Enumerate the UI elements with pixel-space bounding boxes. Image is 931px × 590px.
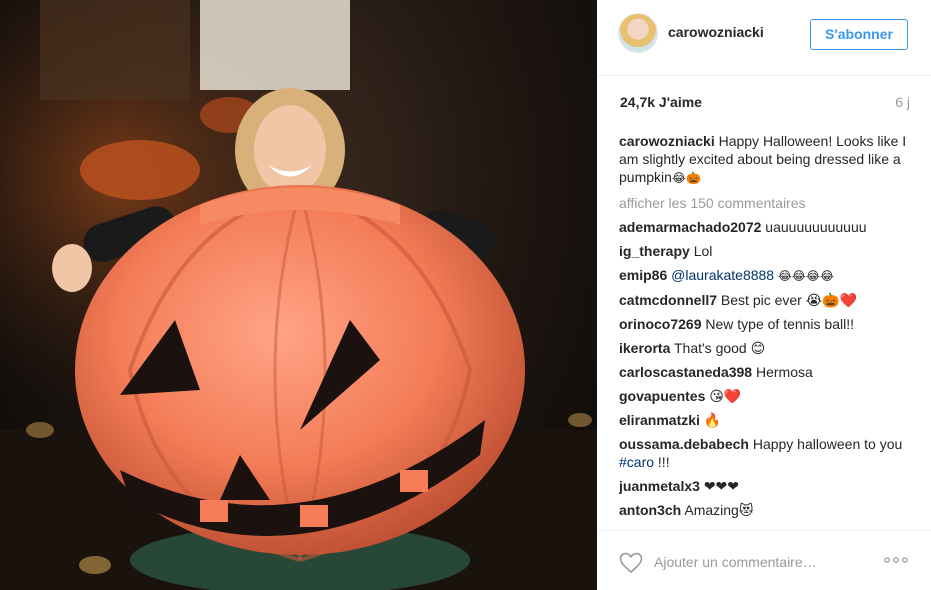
view-all-comments-link[interactable]: afficher les 150 commentaires (619, 194, 909, 212)
post-stats: 24,7k J'aime 6 j (620, 94, 910, 114)
comment-username[interactable]: carloscastaneda398 (619, 364, 752, 380)
comment-text: uauuuuuuuuuuu (761, 219, 867, 235)
comment-text-tail: !!! (654, 454, 670, 470)
comments-list: carowozniacki Happy Halloween! Looks lik… (619, 132, 909, 527)
comment-username[interactable]: govapuentes (619, 388, 705, 404)
comment-text: 😂😂😂😂 (774, 269, 834, 283)
comment-username[interactable]: ig_therapy (619, 243, 690, 259)
avatar[interactable] (618, 13, 658, 53)
comment-text: Amazing😻 (681, 502, 754, 518)
post-photo (0, 0, 597, 590)
comment-item: ig_therapy Lol (619, 242, 909, 260)
heart-outline-icon[interactable] (619, 552, 643, 574)
comment-item: orinoco7269 New type of tennis ball!! (619, 315, 909, 333)
comment-username[interactable]: juanmetalx3 (619, 478, 700, 494)
comment-item: carloscastaneda398 Hermosa (619, 363, 909, 381)
pumpkin-photo-illustration (0, 0, 597, 590)
comment-item: oussama.debabech Happy halloween to you … (619, 435, 909, 471)
post-age[interactable]: 6 j (895, 94, 910, 110)
comment-username[interactable]: eliranmatzki (619, 412, 700, 428)
comment-text: That's good 😊 (670, 340, 766, 356)
comment-username[interactable]: ademarmachado2072 (619, 219, 761, 235)
comment-text: Hermosa (752, 364, 813, 380)
comment-item: anton3ch Amazing😻 (619, 501, 909, 519)
comment-username[interactable]: anton3ch (619, 502, 681, 518)
comment-text: 😘❤️ (705, 388, 742, 404)
add-comment-input[interactable]: Ajouter un commentaire… (654, 554, 817, 570)
comment-item: ikerorta That's good 😊 (619, 339, 909, 357)
likes-count[interactable]: 24,7k J'aime (620, 94, 702, 110)
comment-text: Best pic ever 😭🎃❤️ (717, 292, 857, 308)
post-header: carowozniacki S'abonner (597, 0, 931, 76)
follow-button[interactable]: S'abonner (810, 19, 908, 50)
comment-text: ❤❤❤ (699, 478, 740, 494)
comment-username[interactable]: orinoco7269 (619, 316, 701, 332)
caption-emoji: 😂🎃 (671, 171, 701, 185)
comment-item: ademarmachado2072 uauuuuuuuuuuu (619, 218, 909, 236)
post-footer: Ajouter un commentaire… (597, 530, 931, 590)
comment-text: New type of tennis ball!! (701, 316, 855, 332)
comment-hashtag-link[interactable]: #caro (619, 454, 654, 470)
comment-item: catmcdonnell7 Best pic ever 😭🎃❤️ (619, 291, 909, 309)
comment-username[interactable]: catmcdonnell7 (619, 292, 717, 308)
comment-item: eliranmatzki 🔥 (619, 411, 909, 429)
comment-text: 🔥 (699, 412, 722, 428)
author-username[interactable]: carowozniacki (668, 24, 764, 40)
comment-item: juanmetalx3 ❤❤❤ (619, 477, 909, 495)
comment-item: govapuentes 😘❤️ (619, 387, 909, 405)
comment-username[interactable]: ikerorta (619, 340, 670, 356)
more-options-icon[interactable] (883, 555, 909, 565)
comment-text: Happy halloween to you (748, 436, 903, 452)
comment-mention-link[interactable]: @laurakate8888 (667, 267, 774, 283)
comment-username[interactable]: oussama.debabech (619, 436, 749, 452)
comment-item: emip86 @laurakate8888 😂😂😂😂 (619, 266, 909, 285)
comment-text: Lol (689, 243, 713, 259)
comment-username[interactable]: emip86 (619, 267, 667, 283)
post-side-panel: carowozniacki S'abonner 24,7k J'aime 6 j… (597, 0, 931, 590)
caption-username[interactable]: carowozniacki (619, 133, 715, 149)
caption: carowozniacki Happy Halloween! Looks lik… (619, 132, 909, 187)
